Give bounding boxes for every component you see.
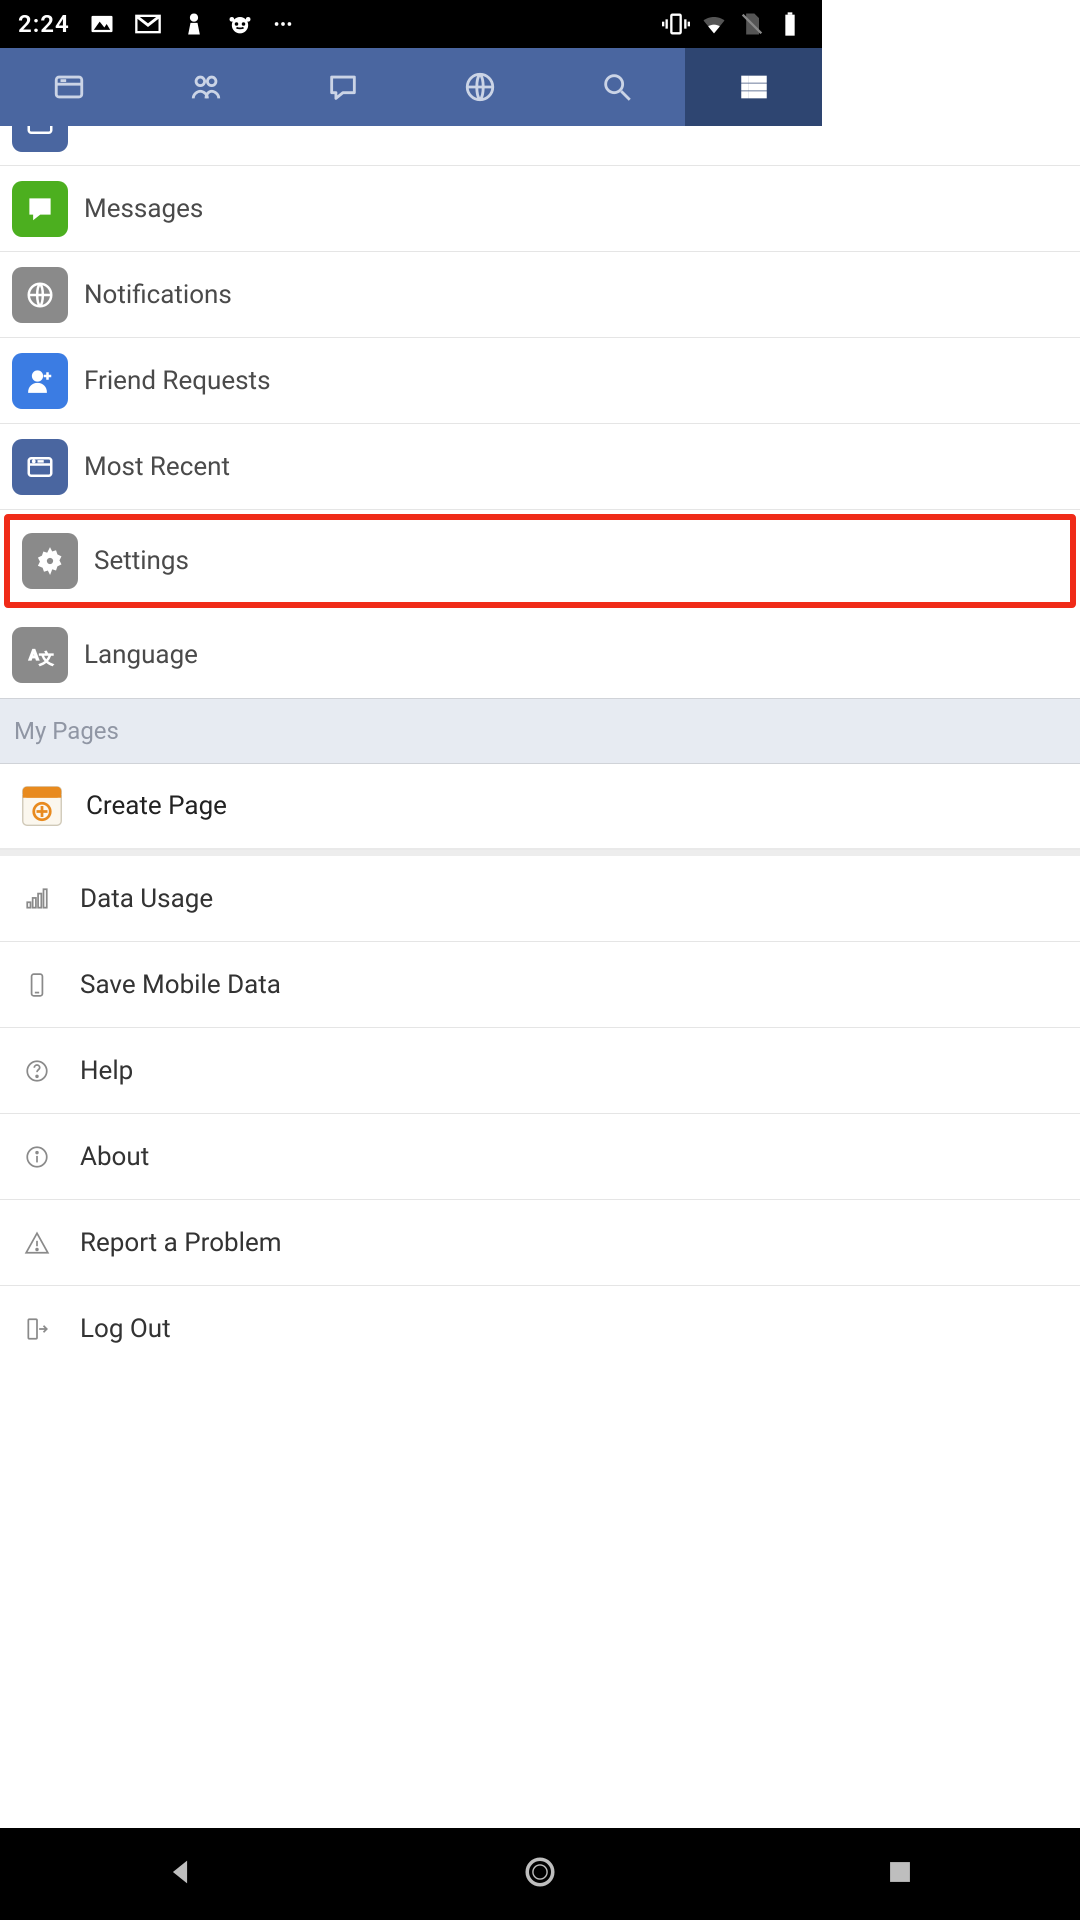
menu-label: Friend Requests [84, 366, 270, 396]
highlight-annotation: Settings [4, 514, 1076, 608]
menu-label: Report a Problem [80, 1228, 282, 1258]
menu-item-most-recent[interactable]: Most Recent [0, 424, 1080, 510]
create-page-label: Create Page [86, 791, 227, 821]
tab-friends[interactable] [137, 48, 274, 126]
status-left: 2:24 [18, 10, 294, 38]
menu-item-help[interactable]: Help [0, 1028, 1080, 1114]
section-header-my-pages: My Pages [0, 698, 1080, 764]
nav-home-button[interactable] [523, 1855, 557, 1893]
no-sim-icon [738, 10, 766, 38]
menu-item-notifications[interactable]: Notifications [0, 252, 1080, 338]
warning-icon [22, 1228, 52, 1258]
fb-tab-bar [0, 48, 822, 126]
recent-icon [12, 439, 68, 495]
battery-icon [776, 10, 804, 38]
wifi-icon [700, 10, 728, 38]
menu-label: Settings [94, 546, 189, 576]
vibrate-icon [662, 10, 690, 38]
menu-label: Most Recent [84, 452, 230, 482]
chat-icon [12, 181, 68, 237]
menu-item-friend-requests[interactable]: Friend Requests [0, 338, 1080, 424]
menu-item-save-mobile-data[interactable]: Save Mobile Data [0, 942, 1080, 1028]
android-nav-bar [0, 1828, 1080, 1920]
menu-label: About [80, 1142, 149, 1172]
add-friend-icon [12, 353, 68, 409]
gear-icon [22, 533, 78, 589]
phone-icon [22, 970, 52, 1000]
help-icon [22, 1056, 52, 1086]
reddit-icon [226, 10, 254, 38]
menu-item-about[interactable]: About [0, 1114, 1080, 1200]
chess-piece-icon [180, 10, 208, 38]
menu-item-settings[interactable]: Settings [10, 520, 1070, 602]
image-icon [88, 10, 116, 38]
translate-icon: A文 [12, 627, 68, 683]
menu-label: Notifications [84, 280, 232, 310]
menu-item-data-usage[interactable]: Data Usage [0, 856, 1080, 942]
tab-messages[interactable] [274, 48, 411, 126]
more-icon [272, 10, 294, 38]
globe-icon [12, 267, 68, 323]
menu-item-create-page[interactable]: Create Page [0, 764, 1080, 850]
status-bar: 2:24 [0, 0, 822, 48]
logout-icon [22, 1314, 52, 1344]
create-page-icon [18, 782, 66, 830]
menu-label: Save Mobile Data [80, 970, 281, 1000]
tab-menu[interactable] [685, 48, 822, 126]
menu-item-report-problem[interactable]: Report a Problem [0, 1200, 1080, 1286]
nav-recents-button[interactable] [883, 1855, 917, 1893]
menu-item-messages[interactable]: Messages [0, 166, 1080, 252]
menu-label: Log Out [80, 1314, 171, 1344]
tab-search[interactable] [548, 48, 685, 126]
menu-item-language[interactable]: A文 Language [0, 612, 1080, 698]
menu-label: Language [84, 640, 198, 670]
bars-icon [22, 884, 52, 914]
svg-text:文: 文 [39, 650, 54, 668]
nav-back-button[interactable] [163, 1855, 197, 1893]
status-right [662, 10, 804, 38]
gmail-icon [134, 10, 162, 38]
info-icon [22, 1142, 52, 1172]
tab-feed[interactable] [0, 48, 137, 126]
menu-panel: News Feed Messages Notifications Friend … [0, 126, 1080, 1870]
tab-notifications[interactable] [411, 48, 548, 126]
menu-label: Help [80, 1056, 133, 1086]
feed-icon [12, 126, 68, 152]
menu-item-log-out[interactable]: Log Out [0, 1286, 1080, 1372]
menu-label: Messages [84, 194, 203, 224]
status-time: 2:24 [18, 10, 70, 38]
menu-label: Data Usage [80, 884, 213, 914]
menu-item-news-feed[interactable]: News Feed [0, 126, 1080, 166]
